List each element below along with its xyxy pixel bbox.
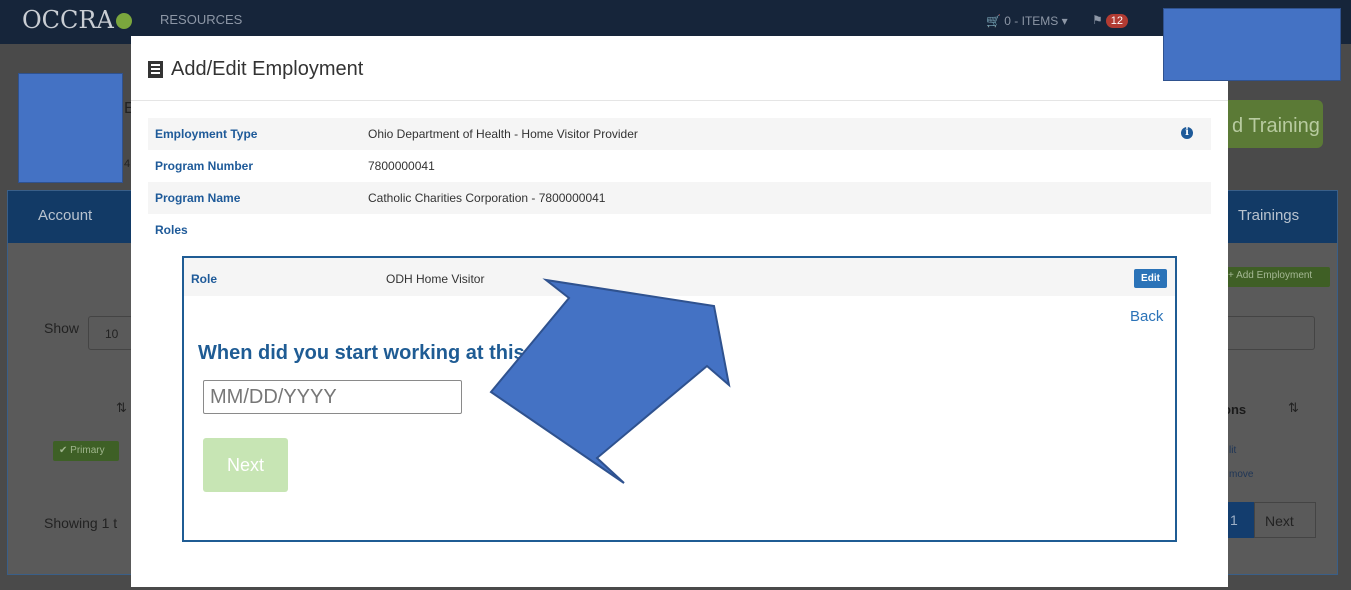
logo-dot-icon <box>115 13 132 29</box>
notifications-flag[interactable]: ⚑ 12 <box>1092 13 1129 28</box>
info-icon[interactable]: i <box>1181 127 1193 139</box>
sort-icon[interactable]: ⇅ <box>116 400 127 416</box>
row-remove-link[interactable]: move <box>1229 469 1253 480</box>
redaction-box <box>1163 8 1341 81</box>
roles-label: Roles <box>155 223 188 237</box>
modal-header: Add/Edit Employment <box>131 36 1228 101</box>
add-employment-button[interactable]: + Add Employment <box>1222 267 1330 287</box>
detail-label: Program Number <box>155 159 254 173</box>
show-entries-select[interactable]: 10 <box>88 316 133 350</box>
pagination-next-button[interactable]: Next <box>1254 502 1316 538</box>
detail-value: Catholic Charities Corporation - 7800000… <box>368 191 606 205</box>
next-button[interactable]: Next <box>203 438 288 492</box>
primary-badge: ✔ Primary <box>53 441 119 461</box>
logo-text: OCCRA <box>22 6 114 34</box>
start-date-question: When did you start working at this <box>198 342 525 364</box>
notification-count-badge: 12 <box>1105 14 1129 28</box>
bg-fragment: 4 <box>124 158 131 170</box>
tab-trainings[interactable]: Trainings <box>1238 207 1299 224</box>
cart-menu[interactable]: 🛒 0 - ITEMS ▾ <box>986 14 1068 28</box>
detail-label: Program Name <box>155 191 241 205</box>
detail-row-program-name: Program Name Catholic Charities Corporat… <box>148 182 1211 214</box>
show-entries-label: Show <box>44 320 80 336</box>
detail-value: 7800000041 <box>368 159 435 173</box>
cart-label: 0 - ITEMS <box>1004 14 1059 28</box>
modal-title: Add/Edit Employment <box>148 58 363 81</box>
occra-logo[interactable]: OCCRA <box>22 6 132 34</box>
showing-entries-text: Showing 1 t <box>44 515 118 531</box>
detail-row-roles: Roles <box>148 214 1211 246</box>
start-date-input[interactable] <box>203 380 462 414</box>
building-icon <box>148 61 163 78</box>
add-edit-employment-modal: Add/Edit Employment Employment Type Ohio… <box>131 36 1228 587</box>
primary-badge-label: Primary <box>70 445 105 456</box>
nav-resources-link[interactable]: RESOURCES <box>160 12 242 27</box>
detail-row-program-number: Program Number 7800000041 <box>148 150 1211 182</box>
role-value: ODH Home Visitor <box>386 272 485 286</box>
find-training-button[interactable]: d Training <box>1218 100 1323 148</box>
role-label: Role <box>191 272 218 286</box>
modal-title-text: Add/Edit Employment <box>171 58 364 80</box>
detail-row-employment-type: Employment Type Ohio Department of Healt… <box>148 118 1211 150</box>
role-panel: Role ODH Home Visitor Edit Back When did… <box>182 256 1177 542</box>
tab-account[interactable]: Account <box>38 207 92 224</box>
table-search-input[interactable] <box>1218 316 1315 350</box>
flag-icon: ⚑ <box>1092 13 1103 27</box>
detail-label: Employment Type <box>155 127 258 141</box>
row-edit-link[interactable]: lit <box>1229 445 1236 456</box>
back-link[interactable]: Back <box>1130 308 1163 325</box>
role-row: Role ODH Home Visitor Edit <box>184 258 1175 296</box>
detail-value: Ohio Department of Health - Home Visitor… <box>368 127 638 141</box>
edit-role-button[interactable]: Edit <box>1134 269 1167 288</box>
redaction-box <box>18 73 123 183</box>
sort-icon[interactable]: ⇅ <box>1288 400 1299 416</box>
